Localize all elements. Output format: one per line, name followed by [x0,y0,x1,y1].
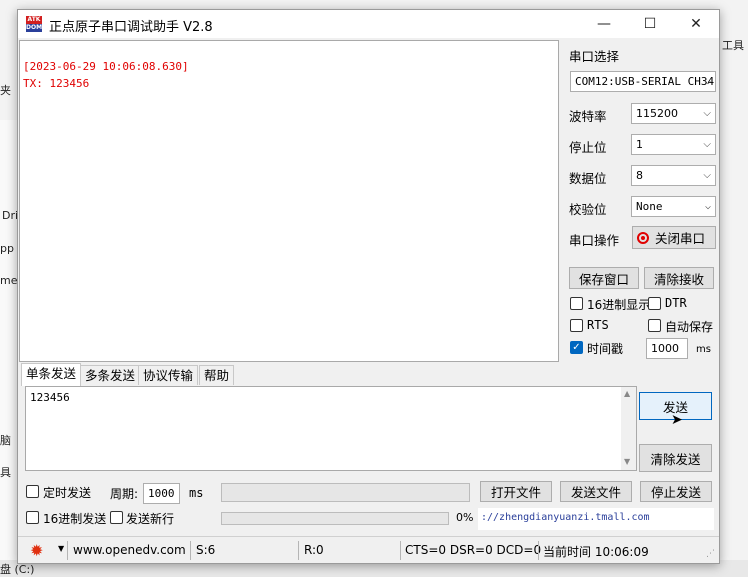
chevron-down-icon: ⌵ [703,139,711,150]
period-input[interactable]: 1000 [143,483,180,504]
timed-send-label: 定时发送 [43,486,92,500]
period-unit: ms [189,486,204,500]
timed-send-checkbox[interactable] [26,485,39,498]
website-link[interactable]: www.openedv.com [73,543,186,557]
hex-display-label: 16进制显示 [587,298,651,312]
stop-bits-select[interactable]: 1 ⌵ [631,134,716,155]
title-bar[interactable]: ATK DOM 正点原子串口调试助手 V2.8 — ☐ ✕ [18,10,719,38]
stop-send-button[interactable]: 停止发送 [640,481,712,502]
port-operation-label: 串口操作 [569,233,620,248]
rts-label: RTS [587,318,609,332]
port-select[interactable]: COM12:USB-SERIAL CH34 ⌵ [570,71,716,92]
timestamp-interval-input[interactable]: 1000 [646,338,688,359]
chevron-down-icon[interactable]: ▼ [58,544,64,553]
background-item-label: 脑 [0,434,11,447]
received-count: R:0 [304,543,324,557]
minimize-button[interactable]: — [581,10,627,38]
clear-send-button[interactable]: 清除发送 [639,444,712,472]
parity-label: 校验位 [569,202,607,217]
send-newline-checkbox[interactable] [110,511,123,524]
timestamp-checkbox[interactable]: ✓ [570,341,583,354]
background-tools-label: 工具 [722,39,744,52]
resize-grip-icon[interactable]: ⋰ [706,549,715,559]
baud-rate-label: 波特率 [569,109,607,124]
current-time: 当前时间 10:06:09 [543,545,649,559]
tab-single-send[interactable]: 单条发送 [21,363,82,386]
chevron-down-icon: ⌵ [703,108,711,119]
send-progress-area [221,483,470,502]
background-sidebar [0,120,18,560]
mouse-cursor-icon: ➤ [671,412,683,428]
gear-icon[interactable]: ✹ [30,541,43,560]
receive-line: [2023-06-29 10:06:08.630] [23,60,189,73]
chevron-down-icon: ⌵ [704,76,711,87]
store-url-link[interactable]: ://zhengdianyuanzi.tmall.com [478,508,714,530]
background-item-label: 具 [0,466,11,479]
timestamp-unit: ms [696,344,711,355]
send-textarea[interactable]: 123456 [25,386,637,471]
rts-checkbox[interactable] [570,319,583,332]
scroll-down-icon[interactable]: ▼ [624,457,630,466]
scroll-up-icon[interactable]: ▲ [624,389,630,398]
record-icon [637,231,649,244]
dtr-checkbox[interactable] [648,297,661,310]
chevron-down-icon: ⌵ [703,170,711,181]
sent-count: S:6 [196,543,216,557]
background-folder-label: 夹 [0,84,11,97]
close-port-button[interactable]: 关闭串口 [632,226,716,249]
background-item-label: Dri [2,209,19,222]
data-bits-label: 数据位 [569,171,607,186]
parity-select[interactable]: None ⌵ [631,196,716,217]
serial-assistant-window: ATK DOM 正点原子串口调试助手 V2.8 — ☐ ✕ [2023-06-2… [17,9,720,564]
window-title: 正点原子串口调试助手 V2.8 [49,20,213,35]
maximize-button[interactable]: ☐ [627,10,673,38]
hex-send-label: 16进制发送 [43,512,107,526]
close-button[interactable]: ✕ [673,10,719,38]
hex-display-checkbox[interactable] [570,297,583,310]
background-item-label: pp [0,242,14,255]
data-bits-select[interactable]: 8 ⌵ [631,165,716,186]
auto-save-label: 自动保存 [665,320,714,334]
tab-multi-send[interactable]: 多条发送 [80,365,141,385]
app-logo-icon: ATK DOM [26,16,43,32]
file-progress-bar [221,512,449,525]
progress-percent: 0% [456,511,474,524]
baud-rate-select[interactable]: 115200 ⌵ [631,103,716,124]
dtr-label: DTR [665,296,687,310]
receive-line: TX: 123456 [23,77,90,90]
receive-textarea[interactable]: [2023-06-29 10:06:08.630] TX: 123456 [19,40,559,362]
port-select-label: 串口选择 [569,49,620,64]
send-text: 123456 [30,391,70,404]
hex-send-checkbox[interactable] [26,511,39,524]
chevron-down-icon: ⌵ [704,201,711,212]
status-bar: ✹ ▼ www.openedv.com S:6 R:0 CTS=0 DSR=0 … [18,536,719,563]
send-scrollbar[interactable]: ▲ ▼ [621,387,636,470]
tab-help[interactable]: 帮助 [199,365,235,385]
timestamp-label: 时间戳 [587,342,624,356]
send-file-button[interactable]: 发送文件 [560,481,632,502]
line-signals: CTS=0 DSR=0 DCD=0 [405,543,542,557]
period-label: 周期: [110,487,139,501]
background-item-label: ment [0,274,18,287]
stop-bits-label: 停止位 [569,140,607,155]
clear-receive-button[interactable]: 清除接收 [644,267,714,289]
auto-save-checkbox[interactable] [648,319,661,332]
open-file-button[interactable]: 打开文件 [480,481,552,502]
tab-protocol[interactable]: 协议传输 [138,365,199,385]
save-window-button[interactable]: 保存窗口 [569,267,639,289]
send-newline-label: 发送新行 [126,512,175,526]
